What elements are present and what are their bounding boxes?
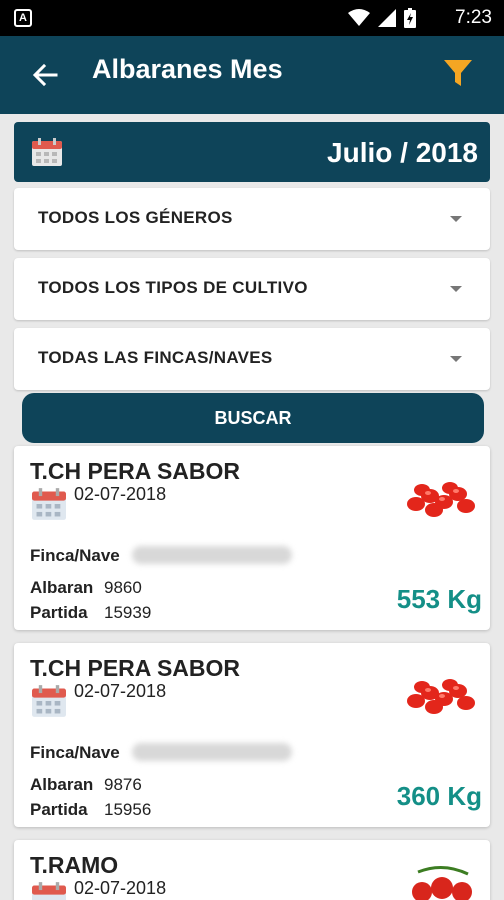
back-arrow-icon[interactable]	[30, 60, 60, 90]
status-icons	[348, 8, 416, 28]
month-selector[interactable]: Julio / 2018	[14, 122, 490, 182]
battery-icon	[404, 8, 416, 28]
signal-icon	[378, 9, 396, 27]
filter-icon[interactable]	[444, 58, 472, 88]
clock: 7:23	[455, 7, 492, 28]
tomato-icon	[407, 679, 475, 714]
partida-value: 15939	[104, 603, 152, 622]
dropdown-label: TODOS LOS TIPOS DE CULTIVO	[38, 278, 308, 297]
albaran-label: Albaran	[30, 578, 94, 597]
caret-down-icon	[450, 356, 462, 362]
caret-down-icon	[450, 216, 462, 222]
date: 02-07-2018	[74, 681, 167, 701]
product-name: T.CH PERA SABOR	[30, 655, 240, 681]
finca-label: Finca/Nave	[30, 743, 120, 762]
finca-value-redacted	[132, 546, 292, 564]
dropdown-label: TODAS LAS FINCAS/NAVES	[38, 348, 273, 367]
calendar-icon	[32, 685, 66, 717]
albaran-card[interactable]: T.CH PERA SABOR 02-07-2018 Finca/Nave Al…	[14, 643, 490, 827]
app-notification-icon: A	[14, 9, 32, 27]
albaran-value: 9876	[104, 775, 142, 794]
finca-value-redacted	[132, 743, 292, 761]
finca-label: Finca/Nave	[30, 546, 120, 565]
partida-label: Partida	[30, 800, 88, 819]
caret-down-icon	[450, 286, 462, 292]
app-bar: Albaranes Mes	[0, 36, 504, 114]
tomato-icon	[407, 482, 475, 517]
month-label: Julio / 2018	[327, 137, 478, 168]
weight-value: 553 Kg	[396, 584, 482, 614]
partida-value: 15956	[104, 800, 152, 819]
finca-dropdown[interactable]: TODAS LAS FINCAS/NAVES	[14, 328, 490, 390]
genero-dropdown[interactable]: TODOS LOS GÉNEROS	[14, 188, 490, 250]
albaran-label: Albaran	[30, 775, 94, 794]
product-name: T.CH PERA SABOR	[30, 458, 240, 484]
dropdown-label: TODOS LOS GÉNEROS	[38, 208, 233, 227]
albaran-card[interactable]: T.CH PERA SABOR 02-07-2018 Finca/Nave Al…	[14, 446, 490, 630]
date: 02-07-2018	[74, 484, 167, 504]
wifi-icon	[348, 9, 370, 26]
partida-label: Partida	[30, 603, 88, 622]
calendar-icon	[32, 488, 66, 520]
calendar-icon	[32, 138, 62, 166]
albaran-value: 9860	[104, 578, 142, 597]
search-button[interactable]: BUSCAR	[22, 393, 484, 443]
cultivo-dropdown[interactable]: TODOS LOS TIPOS DE CULTIVO	[14, 258, 490, 320]
watermark-text: al use	[220, 870, 284, 895]
status-bar: A 7:23	[0, 0, 504, 36]
page-title: Albaranes Mes	[92, 54, 283, 84]
weight-value: 360 Kg	[396, 781, 482, 811]
